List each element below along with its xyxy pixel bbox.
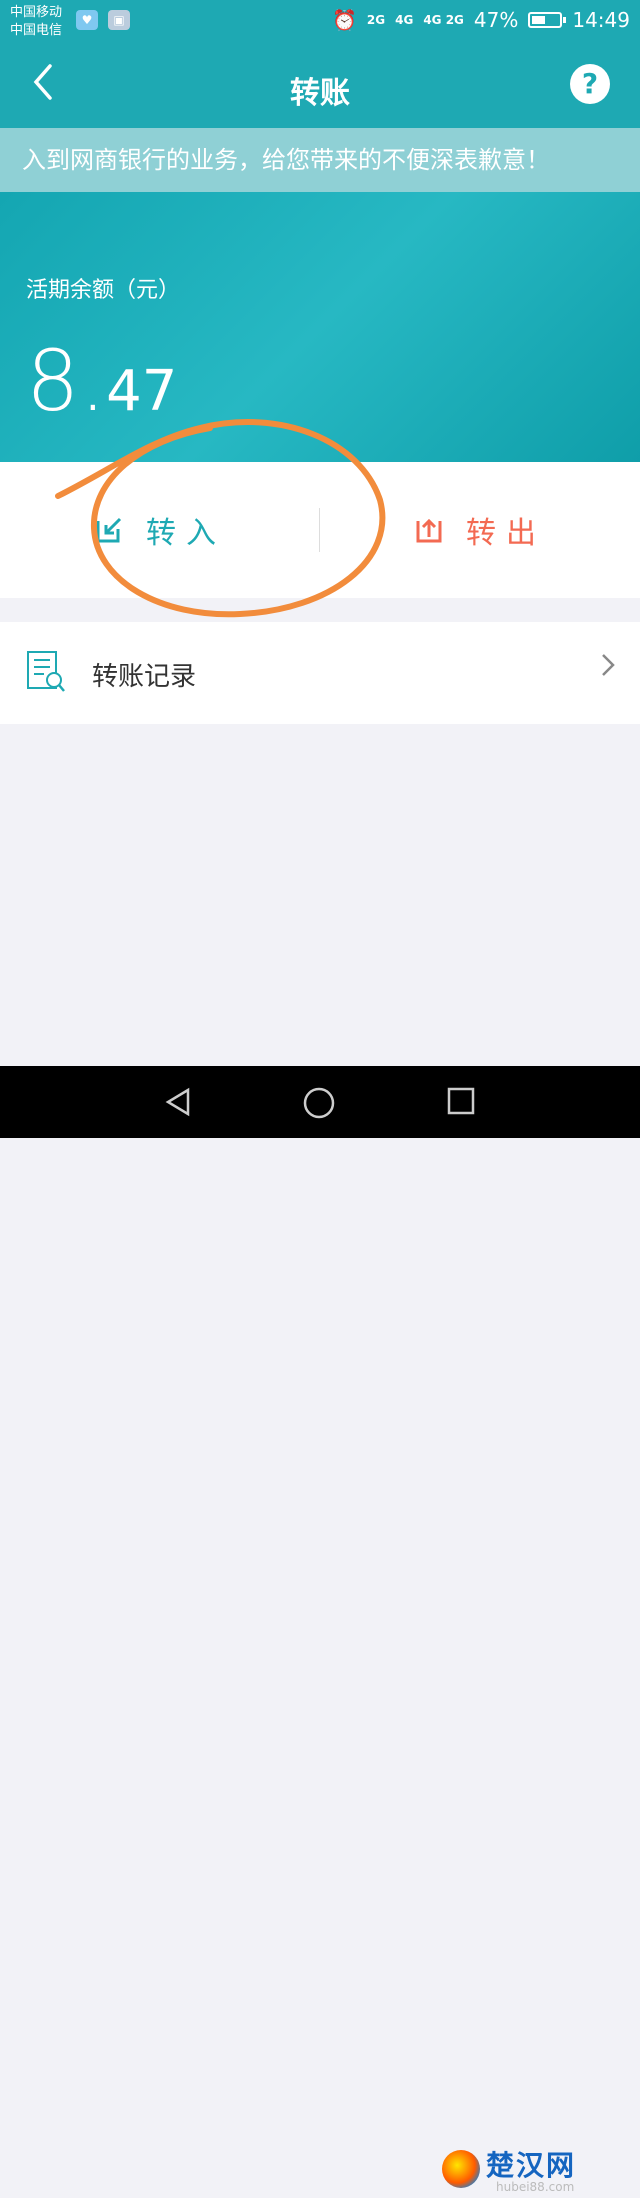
watermark-subtext: hubei88.com (496, 2180, 575, 2194)
signal-2g-icon: 2G (366, 13, 386, 27)
transfer-records-label: 转账记录 (92, 662, 197, 692)
signal-4g2g-icon: 4G 2G (423, 13, 464, 27)
nav-back-icon[interactable] (162, 1086, 194, 1118)
notice-banner: 入到网商银行的业务，给您带来的不便深表歉意！ (0, 128, 640, 192)
nav-recents-icon[interactable] (446, 1086, 476, 1116)
transfer-in-icon (96, 517, 122, 543)
signal-4g-icon: 4G (395, 13, 414, 27)
balance-amount: 8.47 (26, 332, 177, 430)
balance-integer: 8. (26, 332, 107, 430)
watermark: 楚汉网 hubei88.com (442, 2144, 632, 2198)
notice-text: 入到网商银行的业务，给您带来的不便深表歉意！ (22, 146, 550, 174)
watermark-text: 楚汉网 (486, 2149, 577, 2182)
status-right: ⏰ 2G 4G 4G 2G 47% 14:49 (332, 8, 630, 32)
nav-home-icon[interactable] (302, 1086, 336, 1120)
transfer-out-icon (416, 518, 442, 543)
status-bar: 中国移动 中国电信 ♥ ▣ ⏰ 2G 4G 4G 2G 47% 14:49 (0, 0, 640, 44)
transfer-out-label: 转出 (466, 516, 546, 551)
chevron-right-icon (602, 654, 615, 676)
transfer-in-button[interactable]: 转入 (0, 462, 320, 598)
battery-icon (528, 12, 567, 28)
carrier-1: 中国移动 (10, 5, 63, 20)
balance-decimal: 47 (106, 359, 178, 424)
battery-fill (532, 16, 545, 24)
clock: 14:49 (572, 8, 630, 32)
notification-icons: ♥ ▣ (76, 10, 130, 30)
page-title: 转账 (290, 76, 350, 111)
alarm-icon: ⏰ (332, 8, 357, 32)
system-nav-bar: 楚汉网 hubei88.com (0, 1066, 640, 2194)
battery-percent: 47% (473, 8, 519, 32)
gallery-app-icon: ▣ (108, 10, 130, 30)
nav-bar: 转账 ? (0, 44, 640, 128)
transfer-actions: 转入 转出 (0, 462, 640, 598)
balance-label: 活期余额（元） (26, 278, 181, 303)
help-button[interactable]: ? (570, 64, 610, 104)
document-search-icon (27, 651, 65, 692)
watermark-logo-icon (442, 2150, 480, 2188)
carrier-2: 中国电信 (10, 23, 63, 38)
transfer-records-row[interactable]: 转账记录 (0, 622, 640, 724)
balance-panel: 活期余额（元） 8.47 (0, 192, 640, 462)
transfer-out-button[interactable]: 转出 (320, 462, 640, 598)
carrier-info: 中国移动 中国电信 (10, 4, 62, 40)
health-app-icon: ♥ (76, 10, 98, 30)
transfer-in-label: 转入 (146, 516, 226, 551)
